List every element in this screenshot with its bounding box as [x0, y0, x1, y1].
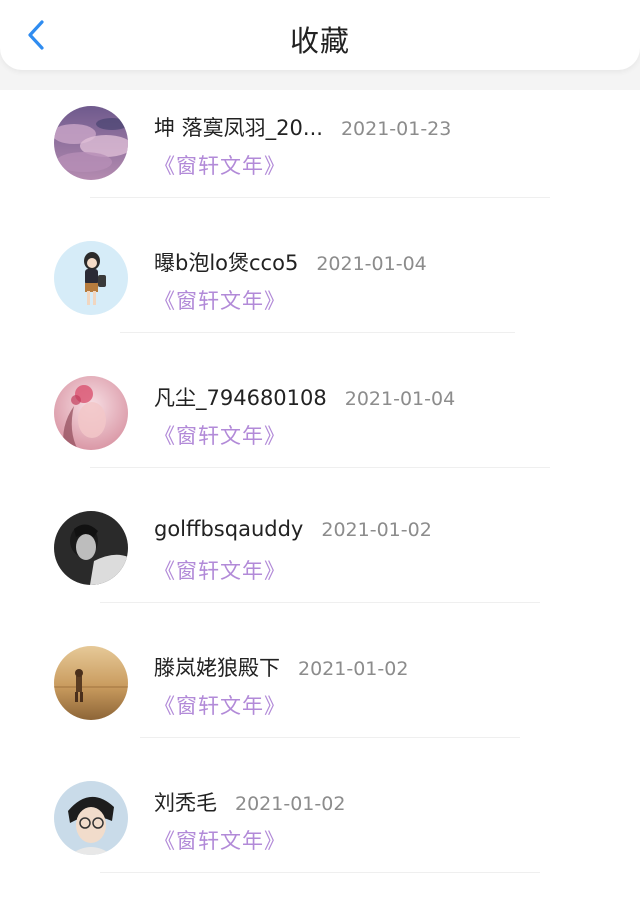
- avatar[interactable]: [54, 376, 128, 450]
- pink-floral-girl-avatar: [54, 376, 128, 450]
- date: 2021-01-23: [340, 118, 452, 140]
- list-item[interactable]: golffbsqauddy 2021-01-02 《窗轩文年》: [0, 495, 640, 630]
- date: 2021-01-04: [344, 388, 456, 410]
- list-item[interactable]: 刘秃毛 2021-01-02 《窗轩文年》: [0, 765, 640, 900]
- username: 滕岚姥狼殿下: [154, 656, 280, 680]
- username: 曝b泡lo煲cco5: [154, 251, 299, 275]
- book-title-link[interactable]: 《窗轩文年》: [154, 285, 286, 315]
- username: 凡尘_794680108: [154, 386, 327, 410]
- purple-clouds-avatar: [54, 106, 128, 180]
- item-meta: 刘秃毛 2021-01-02: [154, 787, 345, 817]
- book-title-link[interactable]: 《窗轩文年》: [154, 825, 286, 855]
- item-meta: 凡尘_794680108 2021-01-04: [154, 382, 455, 412]
- list-item[interactable]: 凡尘_794680108 2021-01-04 《窗轩文年》: [0, 360, 640, 495]
- book-title-link[interactable]: 《窗轩文年》: [154, 420, 286, 450]
- divider: [90, 467, 550, 468]
- item-meta: golffbsqauddy 2021-01-02: [154, 517, 432, 541]
- boy-glasses-avatar: [54, 781, 128, 855]
- header: 收藏: [0, 0, 640, 90]
- book-title-link[interactable]: 《窗轩文年》: [154, 555, 286, 585]
- avatar[interactable]: [54, 646, 128, 720]
- divider: [100, 872, 540, 873]
- divider: [140, 737, 520, 738]
- date: 2021-01-02: [298, 658, 409, 680]
- book-title-link[interactable]: 《窗轩文年》: [154, 150, 286, 180]
- desert-traveler-avatar: [54, 646, 128, 720]
- avatar[interactable]: [54, 241, 128, 315]
- cartoon-girl-avatar: [54, 241, 128, 315]
- list-item[interactable]: 曝b泡lo煲cco5 2021-01-04 《窗轩文年》: [0, 225, 640, 360]
- avatar[interactable]: [54, 106, 128, 180]
- username: 刘秃毛: [154, 791, 217, 815]
- favorites-list: 坤 落寞凤羽_20... 2021-01-23 《窗轩文年》 曝b泡lo煲cco…: [0, 90, 640, 900]
- date: 2021-01-02: [321, 519, 432, 541]
- item-meta: 曝b泡lo煲cco5 2021-01-04: [154, 247, 427, 277]
- item-meta: 滕岚姥狼殿下 2021-01-02: [154, 652, 408, 682]
- avatar[interactable]: [54, 511, 128, 585]
- date: 2021-01-04: [316, 253, 427, 275]
- item-meta: 坤 落寞凤羽_20... 2021-01-23: [154, 112, 451, 142]
- list-item[interactable]: 滕岚姥狼殿下 2021-01-02 《窗轩文年》: [0, 630, 640, 765]
- nav-bar: 收藏: [0, 0, 640, 70]
- book-title-link[interactable]: 《窗轩文年》: [154, 690, 286, 720]
- list-item[interactable]: 坤 落寞凤羽_20... 2021-01-23 《窗轩文年》: [0, 90, 640, 225]
- avatar[interactable]: [54, 781, 128, 855]
- username: 坤 落寞凤羽_20...: [154, 116, 323, 140]
- divider: [100, 602, 540, 603]
- monochrome-portrait-avatar: [54, 511, 128, 585]
- page-title: 收藏: [289, 24, 350, 58]
- date: 2021-01-02: [235, 793, 346, 815]
- divider: [120, 332, 515, 333]
- username: golffbsqauddy: [154, 517, 304, 541]
- divider: [90, 197, 550, 198]
